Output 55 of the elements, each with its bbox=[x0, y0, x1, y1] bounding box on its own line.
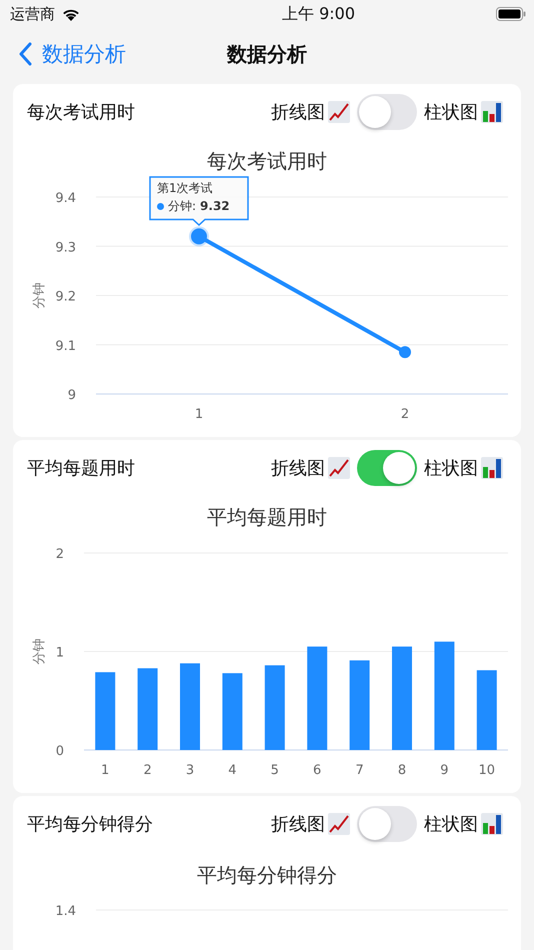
y-tick-label: 1.4 bbox=[55, 904, 76, 919]
tooltip-series: 分钟: bbox=[168, 199, 196, 214]
data-point[interactable] bbox=[189, 226, 209, 246]
chart-title: 平均每题用时 bbox=[207, 505, 327, 529]
chart-title: 每次考试用时 bbox=[207, 149, 327, 173]
bar-chart-label: 柱状图 bbox=[424, 813, 478, 836]
bar-chart-label: 柱状图 bbox=[424, 457, 478, 480]
carrier-name: 运营商 bbox=[10, 4, 55, 24]
x-tick-label: 8 bbox=[398, 763, 406, 778]
x-tick-label: 3 bbox=[186, 763, 194, 778]
y-axis-label: 分钟 bbox=[32, 638, 47, 664]
x-tick-label: 4 bbox=[228, 763, 237, 778]
y-tick-label: 9.3 bbox=[55, 240, 76, 256]
chart-type-switch[interactable] bbox=[357, 94, 417, 130]
y-tick-label: 9 bbox=[68, 388, 76, 403]
line-chart-label: 折线图 bbox=[271, 101, 325, 124]
bar-chart-icon bbox=[481, 101, 503, 123]
x-tick-label: 1 bbox=[194, 407, 204, 422]
status-time: 上午 9:00 bbox=[282, 4, 355, 24]
chart-title: 平均每分钟得分 bbox=[197, 863, 337, 887]
y-tick-label: 9.1 bbox=[55, 338, 76, 354]
x-tick-label: 6 bbox=[313, 763, 322, 778]
line-chart-label: 折线图 bbox=[271, 457, 325, 480]
y-tick-label: 9.2 bbox=[55, 290, 76, 304]
y-tick-label: 1 bbox=[56, 646, 64, 660]
y-tick-label: 0 bbox=[56, 744, 64, 759]
chart-type-switch[interactable] bbox=[357, 806, 417, 842]
bar-chart-icon bbox=[481, 457, 503, 479]
page-title: 数据分析 bbox=[227, 40, 307, 68]
bar-chart-icon bbox=[481, 813, 503, 835]
x-tick-label: 1 bbox=[101, 763, 110, 778]
bar-chart-label: 柱状图 bbox=[424, 101, 478, 124]
x-tick-label: 2 bbox=[400, 407, 410, 422]
card-title: 平均每题用时 bbox=[27, 457, 135, 480]
x-tick-label: 7 bbox=[355, 763, 364, 778]
tooltip-title: 第1次考试 bbox=[157, 181, 213, 196]
chart-type-switch[interactable] bbox=[357, 450, 417, 486]
line-chart-label: 折线图 bbox=[271, 813, 325, 836]
back-button[interactable]: 数据分析 bbox=[18, 40, 126, 68]
data-point[interactable] bbox=[399, 346, 411, 358]
line-chart-icon bbox=[328, 101, 350, 123]
x-tick-label: 5 bbox=[270, 763, 279, 778]
back-icon bbox=[18, 42, 32, 66]
line-chart-icon bbox=[328, 457, 350, 479]
x-tick-label: 2 bbox=[143, 763, 152, 778]
battery-icon bbox=[496, 7, 526, 21]
tooltip-value: 9.32 bbox=[200, 199, 230, 214]
x-tick-label: 9 bbox=[440, 763, 449, 778]
y-tick-label: 9.4 bbox=[55, 191, 76, 206]
card-title: 每次考试用时 bbox=[27, 101, 135, 124]
card-title: 平均每分钟得分 bbox=[27, 813, 153, 836]
y-axis-label: 分钟 bbox=[32, 282, 47, 308]
x-tick-label: 10 bbox=[478, 763, 496, 778]
y-tick-label: 2 bbox=[56, 547, 64, 562]
line-chart-icon bbox=[328, 813, 350, 835]
